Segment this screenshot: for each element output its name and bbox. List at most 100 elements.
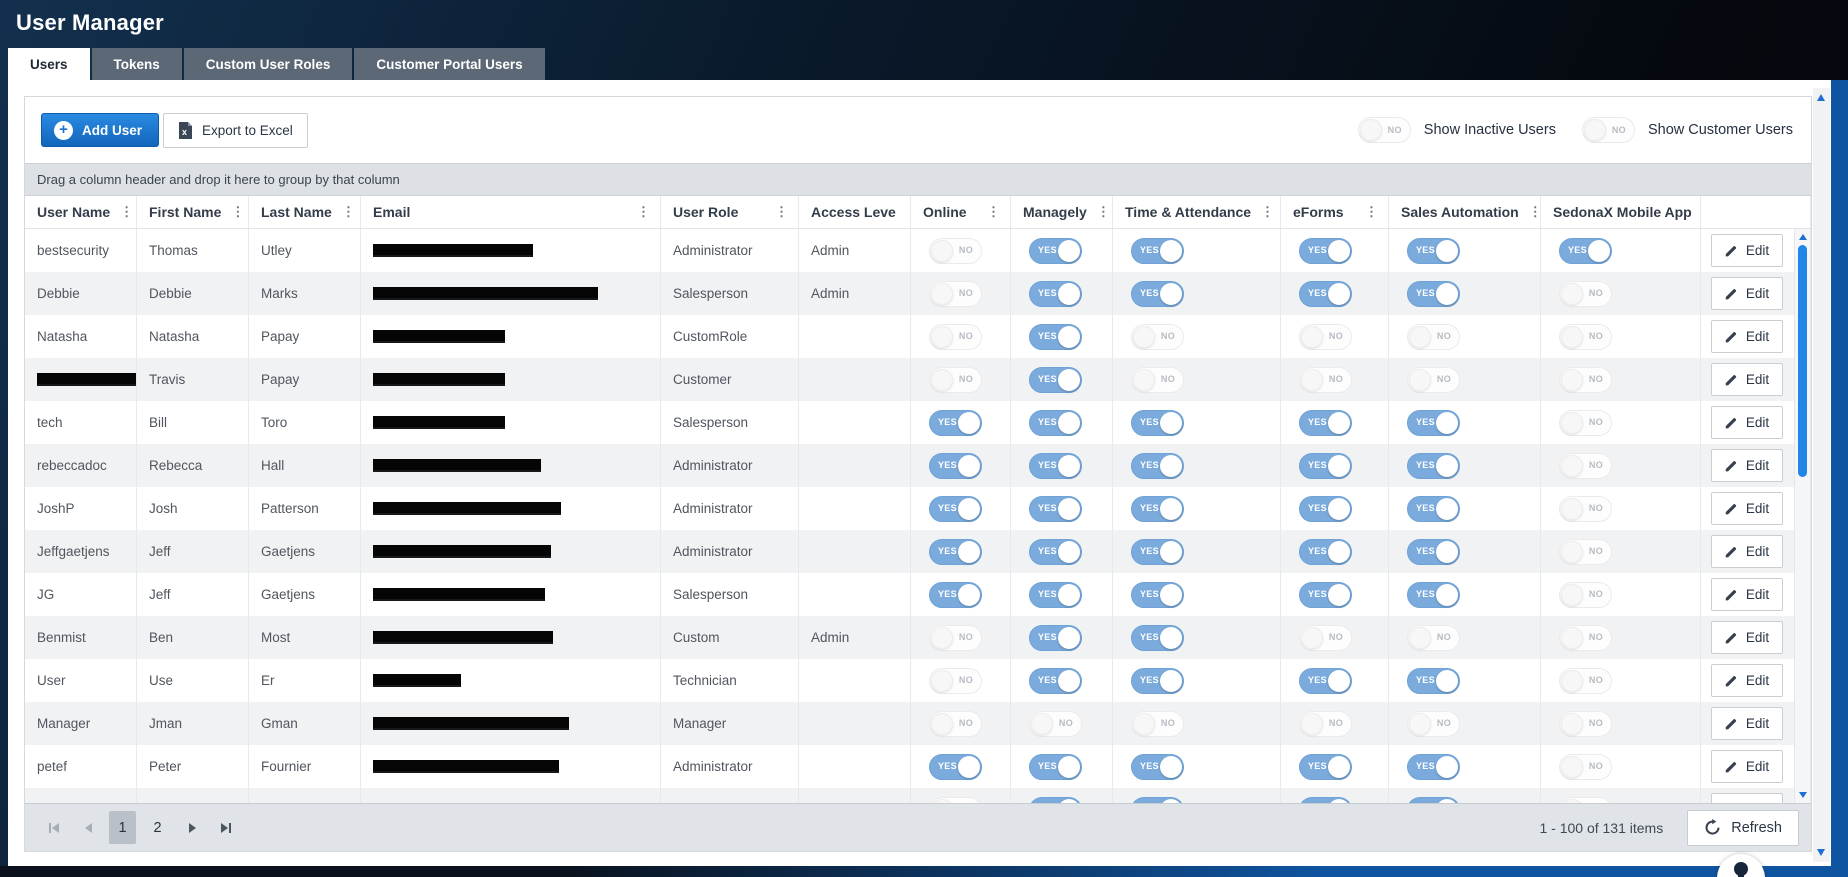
scroll-up-icon[interactable]	[1799, 234, 1807, 240]
online-toggle[interactable]: NO	[929, 323, 982, 350]
column-menu-icon[interactable]: ⋮	[1519, 204, 1540, 220]
sales-automation-toggle[interactable]: NO	[1407, 366, 1460, 393]
eforms-toggle[interactable]: YES	[1299, 538, 1352, 565]
column-header-actions[interactable]	[1701, 196, 1811, 228]
sedonax-mobile-toggle[interactable]: NO	[1559, 710, 1612, 737]
sales-automation-toggle[interactable]: YES	[1407, 495, 1460, 522]
refresh-button[interactable]: Refresh	[1687, 809, 1799, 846]
online-toggle[interactable]: NO	[929, 280, 982, 307]
time-attendance-toggle[interactable]: YES	[1131, 753, 1184, 780]
sedonax-mobile-toggle[interactable]: NO	[1559, 538, 1612, 565]
sales-automation-toggle[interactable]: YES	[1407, 581, 1460, 608]
sales-automation-toggle[interactable]: YES	[1407, 538, 1460, 565]
show-inactive-users-toggle[interactable]: NO	[1357, 117, 1411, 143]
managely-toggle[interactable]: YES	[1029, 667, 1082, 694]
online-toggle[interactable]: YES	[929, 452, 982, 479]
edit-button[interactable]: Edit	[1710, 234, 1783, 267]
column-header-access-leve[interactable]: Access Leve⋮	[799, 196, 911, 228]
edit-button[interactable]: Edit	[1710, 664, 1783, 697]
tab-users[interactable]: Users	[8, 48, 90, 80]
column-menu-icon[interactable]: ⋮	[896, 204, 910, 220]
time-attendance-toggle[interactable]: YES	[1131, 624, 1184, 651]
online-toggle[interactable]: YES	[929, 538, 982, 565]
column-menu-icon[interactable]: ⋮	[977, 204, 1010, 220]
managely-toggle[interactable]: YES	[1029, 753, 1082, 780]
sales-automation-toggle[interactable]: NO	[1407, 710, 1460, 737]
sedonax-mobile-toggle[interactable]: NO	[1559, 409, 1612, 436]
tab-tokens[interactable]: Tokens	[91, 48, 182, 80]
column-header-user-role[interactable]: User Role ⋮	[661, 196, 799, 228]
managely-toggle[interactable]: YES	[1029, 237, 1082, 264]
eforms-toggle[interactable]: YES	[1299, 409, 1352, 436]
sales-automation-toggle[interactable]: YES	[1407, 280, 1460, 307]
tab-customer-portal-users[interactable]: Customer Portal Users	[354, 48, 545, 80]
online-toggle[interactable]: NO	[929, 710, 982, 737]
time-attendance-toggle[interactable]: YES	[1131, 538, 1184, 565]
column-menu-icon[interactable]: ⋮	[332, 204, 360, 220]
eforms-toggle[interactable]: YES	[1299, 753, 1352, 780]
sales-automation-toggle[interactable]: NO	[1407, 624, 1460, 651]
eforms-toggle[interactable]: YES	[1299, 280, 1352, 307]
time-attendance-toggle[interactable]: YES	[1131, 280, 1184, 307]
next-page-button[interactable]	[179, 813, 205, 843]
column-header-online[interactable]: Online ⋮	[911, 196, 1011, 228]
column-header-managely[interactable]: Managely ⋮	[1011, 196, 1113, 228]
online-toggle[interactable]: YES	[929, 495, 982, 522]
online-toggle[interactable]: NO	[929, 237, 982, 264]
time-attendance-toggle[interactable]: YES	[1131, 409, 1184, 436]
managely-toggle[interactable]: YES	[1029, 366, 1082, 393]
sales-automation-toggle[interactable]: YES	[1407, 409, 1460, 436]
edit-button[interactable]: Edit	[1710, 363, 1783, 396]
edit-button[interactable]: Edit	[1710, 707, 1783, 740]
scroll-down-icon[interactable]	[1799, 792, 1807, 798]
edit-button[interactable]: Edit	[1710, 793, 1783, 803]
edit-button[interactable]: Edit	[1710, 492, 1783, 525]
sedonax-mobile-toggle[interactable]: NO	[1559, 581, 1612, 608]
online-toggle[interactable]: NO	[929, 624, 982, 651]
column-header-sales-automation[interactable]: Sales Automation ⋮	[1389, 196, 1541, 228]
show-customer-users-toggle[interactable]: NO	[1581, 117, 1635, 143]
column-menu-icon[interactable]: ⋮	[221, 204, 248, 220]
edit-button[interactable]: Edit	[1710, 406, 1783, 439]
managely-toggle[interactable]: YES	[1029, 452, 1082, 479]
time-attendance-toggle[interactable]: YES	[1131, 581, 1184, 608]
online-toggle[interactable]: YES	[929, 409, 982, 436]
edit-button[interactable]: Edit	[1710, 320, 1783, 353]
online-toggle[interactable]: NO	[929, 667, 982, 694]
column-menu-icon[interactable]: ⋮	[110, 204, 136, 220]
eforms-toggle[interactable]: YES	[1299, 452, 1352, 479]
column-header-first-name[interactable]: First Name ⋮	[137, 196, 249, 228]
sales-automation-toggle[interactable]: YES	[1407, 452, 1460, 479]
column-header-time-attendance[interactable]: Time & Attendance ⋮	[1113, 196, 1281, 228]
page-number-1[interactable]: 1	[109, 811, 136, 844]
column-menu-icon[interactable]: ⋮	[627, 204, 660, 220]
online-toggle[interactable]: NO	[929, 366, 982, 393]
time-attendance-toggle[interactable]: YES	[1131, 495, 1184, 522]
group-by-drop-zone[interactable]: Drag a column header and drop it here to…	[25, 163, 1811, 196]
sedonax-mobile-toggle[interactable]: NO	[1559, 366, 1612, 393]
previous-page-button[interactable]	[75, 813, 101, 843]
sales-automation-toggle[interactable]: NO	[1407, 323, 1460, 350]
sedonax-mobile-toggle[interactable]: YES	[1559, 237, 1612, 264]
column-header-sedonax-mobile-app[interactable]: SedonaX Mobile App⋮	[1541, 196, 1701, 228]
column-menu-icon[interactable]: ⋮	[1087, 204, 1112, 220]
eforms-toggle[interactable]: YES	[1299, 667, 1352, 694]
edit-button[interactable]: Edit	[1710, 277, 1783, 310]
export-excel-button[interactable]: x Export to Excel	[163, 112, 308, 148]
last-page-button[interactable]	[213, 813, 239, 843]
eforms-toggle[interactable]: NO	[1299, 624, 1352, 651]
column-header-user-name[interactable]: User Name ⋮	[25, 196, 137, 228]
time-attendance-toggle[interactable]: YES	[1131, 237, 1184, 264]
time-attendance-toggle[interactable]: NO	[1131, 323, 1184, 350]
eforms-toggle[interactable]: YES	[1299, 581, 1352, 608]
managely-toggle[interactable]: YES	[1029, 323, 1082, 350]
grid-scrollbar[interactable]	[1794, 229, 1810, 803]
managely-toggle[interactable]: YES	[1029, 581, 1082, 608]
edit-button[interactable]: Edit	[1710, 750, 1783, 783]
managely-toggle[interactable]: YES	[1029, 538, 1082, 565]
managely-toggle[interactable]: YES	[1029, 409, 1082, 436]
managely-toggle[interactable]: YES	[1029, 280, 1082, 307]
managely-toggle[interactable]: YES	[1029, 495, 1082, 522]
edit-button[interactable]: Edit	[1710, 621, 1783, 654]
column-header-email[interactable]: Email ⋮	[361, 196, 661, 228]
